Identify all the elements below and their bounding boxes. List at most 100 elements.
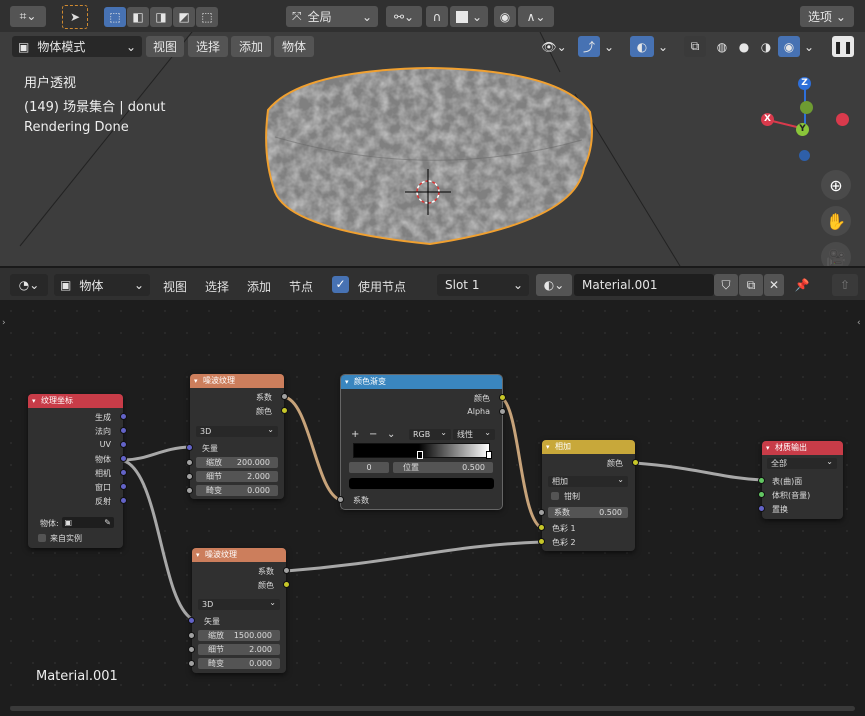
stop-color-swatch[interactable] <box>349 478 494 489</box>
gizmo-dropdown[interactable]: ⌄ <box>602 36 616 57</box>
shading-dropdown[interactable]: ⌄ <box>802 36 816 57</box>
3d-viewport[interactable]: ▣ 物体模式 ⌄ 视图 选择 添加 物体 👁⌄ ⤴ ⌄ ◐ ⌄ ⧉ ◍ ● ◑ … <box>0 32 865 266</box>
select-mode-subtract-icon[interactable]: ◨ <box>150 7 172 27</box>
fac-field[interactable]: 系数 0.500 <box>548 507 628 518</box>
socket-vector[interactable] <box>186 444 193 451</box>
clamp-checkbox[interactable] <box>551 492 559 500</box>
detail-field[interactable]: 细节 2.000 <box>196 471 278 482</box>
parent-node-tree-icon[interactable]: ⇧ <box>832 274 858 296</box>
socket-generated[interactable] <box>120 413 127 420</box>
socket-scale[interactable] <box>188 632 195 639</box>
pin-icon[interactable]: 📌 <box>792 274 812 296</box>
snap-toggle[interactable]: ∩ <box>426 6 448 27</box>
slot-dropdown[interactable]: Slot 1 ⌄ <box>437 274 529 296</box>
donut-mesh[interactable] <box>260 62 600 252</box>
sidebar-expand-arrow[interactable]: ‹ <box>857 318 861 328</box>
overlays-toggle[interactable]: ◐ <box>630 36 654 57</box>
socket-camera[interactable] <box>120 469 127 476</box>
pivot-dropdown[interactable]: ⚯⌄ <box>386 6 422 27</box>
dimension-dropdown[interactable]: 3D <box>196 424 278 437</box>
position-field[interactable]: 位置 0.500 <box>393 462 493 473</box>
proportional-edit-toggle[interactable]: ◉ <box>494 6 516 27</box>
material-name-field[interactable]: Material.001 <box>574 274 714 296</box>
socket-object[interactable] <box>120 455 127 462</box>
falloff-dropdown[interactable]: ∧⌄ <box>518 6 554 27</box>
shading-solid-icon[interactable]: ● <box>734 36 754 57</box>
gizmo-x-axis[interactable]: X <box>761 113 774 126</box>
node-menu-select[interactable]: 选择 <box>205 278 229 295</box>
socket-color[interactable] <box>499 394 506 401</box>
node-menu-node[interactable]: 节点 <box>289 278 313 295</box>
pause-render-button[interactable]: ❚❚ <box>832 36 854 57</box>
socket-alpha[interactable] <box>499 408 506 415</box>
blend-mode-dropdown[interactable]: 相加 <box>548 474 628 487</box>
shading-wireframe-icon[interactable]: ◍ <box>712 36 732 57</box>
socket-displacement[interactable] <box>758 505 765 512</box>
select-mode-extend-icon[interactable]: ◧ <box>127 7 149 27</box>
viewport-menu-select[interactable]: 选择 <box>188 36 228 57</box>
socket-color[interactable] <box>283 581 290 588</box>
socket-color-out[interactable] <box>632 459 639 466</box>
socket-detail[interactable] <box>188 646 195 653</box>
overlays-dropdown[interactable]: ⌄ <box>656 36 670 57</box>
fake-user-shield-icon[interactable]: ⛉ <box>714 274 738 296</box>
stop-index-field[interactable]: 0 <box>349 462 389 473</box>
ramp-stop-black[interactable] <box>417 451 423 459</box>
socket-fac-input[interactable] <box>337 496 344 503</box>
select-mode-intersect-icon[interactable]: ⬚ <box>196 7 218 27</box>
toolbar-expand-arrow[interactable]: › <box>2 318 6 328</box>
texture-coordinate-node[interactable]: 纹理坐标 生成 法向 UV 物体 相机 窗口 反射 物体: ▣ ✎ 来自实例 <box>28 394 127 548</box>
color-ramp-node[interactable]: 颜色渐变 颜色 Alpha + − ⌄ RGB 线性 0 位置 0.500 系数 <box>337 374 506 510</box>
snap-element-dropdown[interactable]: ⌄ <box>450 6 488 27</box>
interpolation-dropdown[interactable]: 线性 <box>453 427 495 440</box>
pan-hand-icon[interactable]: ✋ <box>821 206 851 236</box>
xray-toggle[interactable]: ⧉ <box>684 36 706 57</box>
object-field[interactable]: ▣ ✎ <box>62 517 114 528</box>
remove-stop-icon[interactable]: − <box>369 429 377 440</box>
horizontal-scrollbar[interactable] <box>10 706 855 711</box>
editor-type-dropdown[interactable]: ◔⌄ <box>10 274 48 296</box>
socket-uv[interactable] <box>120 441 127 448</box>
node-menu-view[interactable]: 视图 <box>163 278 187 295</box>
editor-type-button[interactable]: ⌗⌄ <box>10 6 46 27</box>
select-tool-button[interactable]: ➤ <box>62 5 88 29</box>
viewport-menu-view[interactable]: 视图 <box>146 36 184 57</box>
interaction-mode-dropdown[interactable]: ▣ 物体模式 ⌄ <box>12 36 142 57</box>
duplicate-material-icon[interactable]: ⧉ <box>739 274 763 296</box>
from-instancer-checkbox[interactable] <box>38 534 46 542</box>
socket-distortion[interactable] <box>188 660 195 667</box>
ramp-stop-white[interactable] <box>486 451 492 459</box>
navigation-gizmo[interactable]: Z X Y <box>750 72 860 172</box>
shading-rendered-icon[interactable]: ◉ <box>778 36 800 57</box>
options-dropdown[interactable]: 选项 ⌄ <box>800 6 854 27</box>
socket-window[interactable] <box>120 483 127 490</box>
unlink-material-icon[interactable]: ✕ <box>764 274 784 296</box>
scale-field[interactable]: 缩放 200.000 <box>196 457 278 468</box>
color-mode-dropdown[interactable]: RGB <box>409 427 451 440</box>
shader-type-dropdown[interactable]: ▣ 物体 ⌄ <box>54 274 150 296</box>
socket-volume[interactable] <box>758 491 765 498</box>
viewport-menu-add[interactable]: 添加 <box>231 36 271 57</box>
mix-rgb-node[interactable]: 相加 颜色 相加 钳制 系数 0.500 色彩 1 色彩 2 <box>538 440 639 551</box>
select-mode-difference-icon[interactable]: ◩ <box>173 7 195 27</box>
socket-distortion[interactable] <box>186 487 193 494</box>
socket-color2[interactable] <box>538 538 545 545</box>
socket-scale[interactable] <box>186 459 193 466</box>
zoom-icon[interactable]: ⊕ <box>821 170 851 200</box>
shading-material-icon[interactable]: ◑ <box>756 36 776 57</box>
distortion-field[interactable]: 畸变 0.000 <box>198 658 280 669</box>
gizmo-z-negative[interactable] <box>799 150 810 161</box>
gizmo-y-axis[interactable]: Y <box>796 123 809 136</box>
node-editor-canvas[interactable]: 纹理坐标 生成 法向 UV 物体 相机 窗口 反射 物体: ▣ ✎ 来自实例 噪… <box>0 300 865 716</box>
add-stop-icon[interactable]: + <box>351 429 359 440</box>
socket-fac[interactable] <box>283 567 290 574</box>
material-browse-button[interactable]: ◐⌄ <box>536 274 572 296</box>
socket-reflection[interactable] <box>120 497 127 504</box>
gizmo-x-negative[interactable] <box>836 113 849 126</box>
material-output-node[interactable]: 材质输出 全部 表(曲)面 体积(音量) 置换 <box>758 441 843 519</box>
socket-normal[interactable] <box>120 427 127 434</box>
noise-texture-node-1[interactable]: 噪波纹理 系数 颜色 3D 矢量 缩放 200.000 细节 2.000 畸变 0.0… <box>186 374 288 499</box>
select-mode-new-icon[interactable]: ⬚ <box>104 7 126 27</box>
socket-vector[interactable] <box>188 617 195 624</box>
visibility-dropdown[interactable]: 👁⌄ <box>536 36 572 57</box>
